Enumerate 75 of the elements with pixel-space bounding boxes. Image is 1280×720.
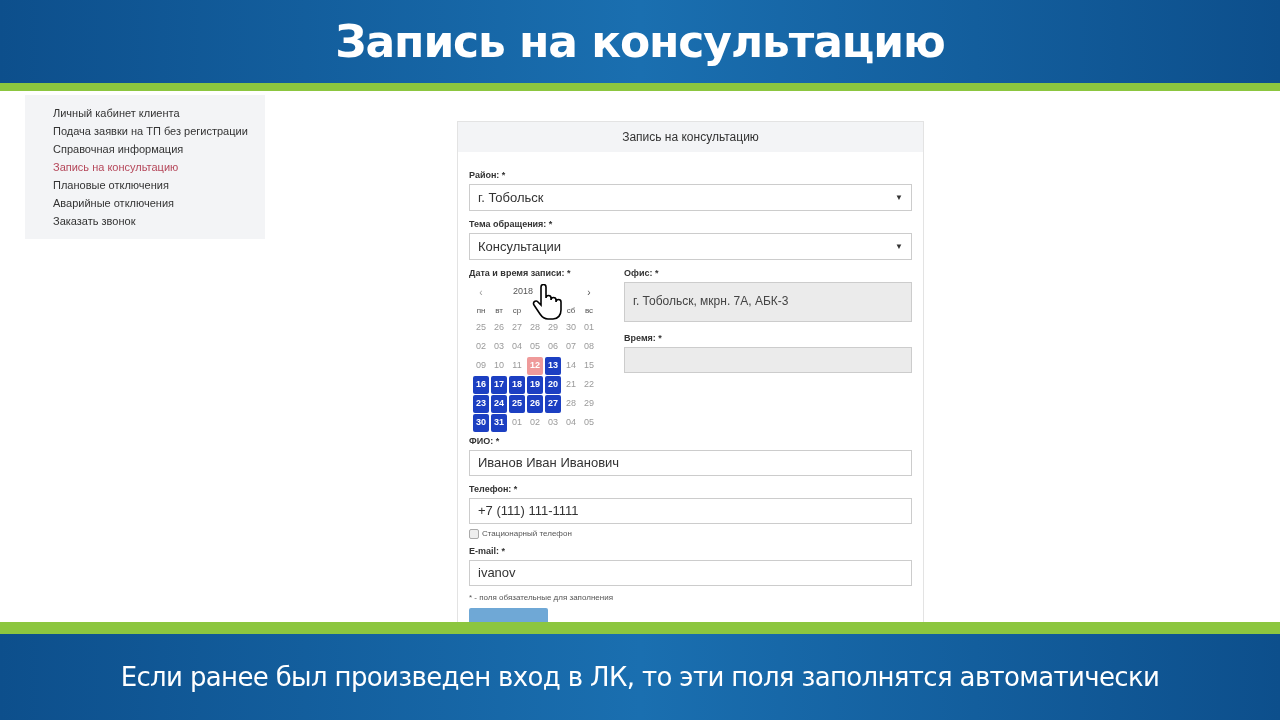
calendar-day: 06 xyxy=(545,338,561,356)
field-label: Телефон: * xyxy=(469,483,519,495)
menu-link[interactable]: Заказать звонок xyxy=(53,212,265,230)
calendar-day: 29 xyxy=(581,395,597,413)
calendar-day: 29 xyxy=(545,319,561,337)
calendar-day: 28 xyxy=(563,395,579,413)
calendar-day: 02 xyxy=(473,338,489,356)
calendar-day[interactable]: 17 xyxy=(491,376,507,394)
calendar-day[interactable]: 26 xyxy=(527,395,543,413)
weekday-label: вс xyxy=(583,304,595,317)
calendar-day[interactable]: 25 xyxy=(509,395,525,413)
calendar-day[interactable]: 27 xyxy=(545,395,561,413)
calendar-day: 09 xyxy=(473,357,489,375)
weekday-label: вт xyxy=(494,304,504,317)
required-note: * - поля обязательные для заполнения xyxy=(469,592,614,604)
calendar-day: 08 xyxy=(581,338,597,356)
month-title[interactable]: 2018 xyxy=(513,285,533,299)
menu-link[interactable]: Личный кабинет клиента xyxy=(53,104,265,122)
field-label: Дата и время записи: * xyxy=(469,267,572,279)
weekday-label: ср xyxy=(511,304,523,317)
checkbox-label: Стационарный телефон xyxy=(482,528,572,540)
menu-link[interactable]: Аварийные отключения xyxy=(53,194,265,212)
calendar-day: 14 xyxy=(563,357,579,375)
select-field[interactable]: г. Тобольск ▼ xyxy=(469,184,912,211)
menu-link[interactable]: Запись на консультацию xyxy=(53,158,265,176)
calendar-day: 03 xyxy=(491,338,507,356)
calendar-day: 22 xyxy=(581,376,597,394)
menu-link[interactable]: Плановые отключения xyxy=(53,176,265,194)
calendar-day: 03 xyxy=(545,414,561,432)
calendar-day: 05 xyxy=(527,338,543,356)
menu-link[interactable]: Справочная информация xyxy=(53,140,265,158)
calendar-day: 10 xyxy=(491,357,507,375)
calendar-day: 07 xyxy=(563,338,579,356)
calendar-day[interactable]: 18 xyxy=(509,376,525,394)
field-label: ФИО: * xyxy=(469,435,501,447)
calendar-day: 11 xyxy=(509,357,525,375)
calendar-day[interactable]: 24 xyxy=(491,395,507,413)
calendar-day: 02 xyxy=(527,414,543,432)
calendar-day: 28 xyxy=(527,319,543,337)
field-label: E-mail: * xyxy=(469,545,506,557)
menu-link[interactable]: Подача заявки на ТП без регистрации xyxy=(53,122,265,140)
select-field[interactable]: Консультации ▼ xyxy=(469,233,912,260)
calendar-day: 25 xyxy=(473,319,489,337)
input-field[interactable]: +7 (111) 111-1111 xyxy=(469,498,912,524)
calendar-day[interactable]: 30 xyxy=(473,414,489,432)
weekday-label: сб xyxy=(565,304,577,317)
calendar-day[interactable]: 23 xyxy=(473,395,489,413)
calendar-day: 04 xyxy=(563,414,579,432)
calendar-day[interactable]: 31 xyxy=(491,414,507,432)
caption-text: Если ранее был произведен вход в ЛК, то эти поля заполнятся автоматически xyxy=(120,660,1160,694)
calendar-day[interactable]: 13 xyxy=(545,357,561,375)
banner-title: Запись на консультацию xyxy=(335,14,945,69)
input-field[interactable]: ivanov xyxy=(469,560,912,586)
calendar-day: 15 xyxy=(581,357,597,375)
calendar-day: 30 xyxy=(563,319,579,337)
dropdown-caret-icon: ▼ xyxy=(895,191,903,204)
calendar-day[interactable]: 16 xyxy=(473,376,489,394)
field-label: Время: * xyxy=(624,332,663,344)
weekday-label: пн xyxy=(475,304,487,317)
next-month-button[interactable]: › xyxy=(580,284,598,300)
calendar-day: 26 xyxy=(491,319,507,337)
field-label: Тема обращения: * xyxy=(469,218,554,230)
calendar-day: 04 xyxy=(509,338,525,356)
dropdown-caret-icon: ▼ xyxy=(895,240,903,253)
field-label: Офис: * xyxy=(624,267,660,279)
form-title: Запись на консультацию xyxy=(622,129,759,146)
calendar-day: 05 xyxy=(581,414,597,432)
field-label: Район: * xyxy=(469,169,507,181)
calendar-day: 01 xyxy=(509,414,525,432)
calendar-day[interactable]: 20 xyxy=(545,376,561,394)
calendar-day: 27 xyxy=(509,319,525,337)
input-field[interactable]: Иванов Иван Иванович xyxy=(469,450,912,476)
calendar-day: 01 xyxy=(581,319,597,337)
calendar-day: 21 xyxy=(563,376,579,394)
calendar-day[interactable]: 19 xyxy=(527,376,543,394)
